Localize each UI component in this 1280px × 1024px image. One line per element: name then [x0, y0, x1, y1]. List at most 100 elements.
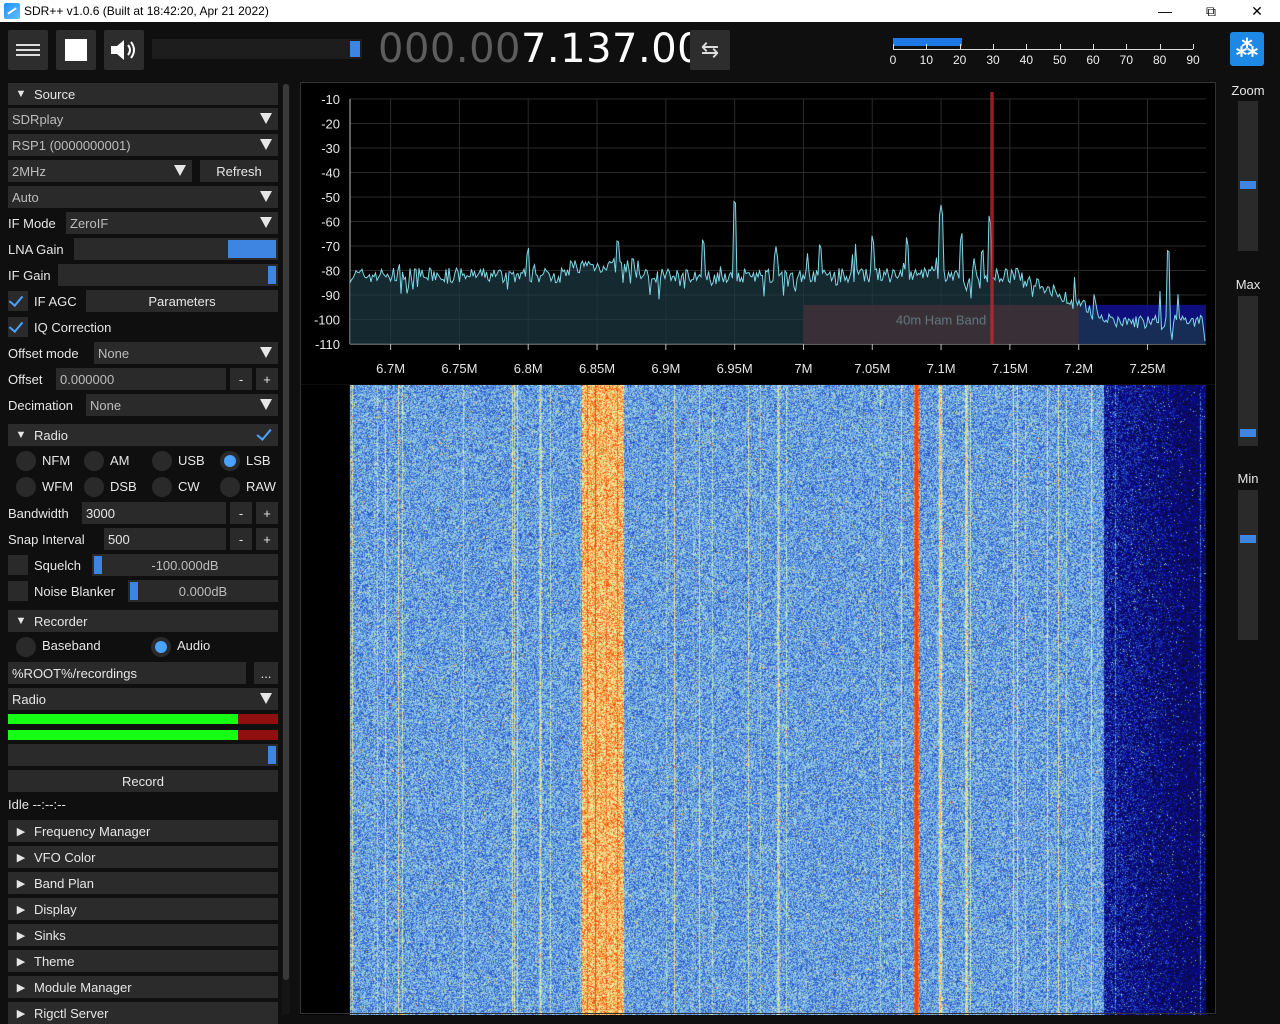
record-button[interactable]: Record: [8, 770, 278, 792]
snr-meter-tick-label: 80: [1152, 53, 1167, 67]
squelch-checkbox[interactable]: [8, 555, 28, 575]
radio-enabled-checkbox[interactable]: [254, 425, 274, 445]
offset-mode-select[interactable]: None: [94, 342, 278, 364]
audio-radio[interactable]: [151, 637, 171, 657]
module-header-display[interactable]: ▶ Display: [8, 898, 278, 920]
noise-blanker-checkbox[interactable]: [8, 581, 28, 601]
minimize-button[interactable]: —: [1142, 0, 1188, 22]
module-header-sinks[interactable]: ▶ Sinks: [8, 924, 278, 946]
min-slider-knob[interactable]: [1240, 535, 1256, 543]
restore-button[interactable]: ⧉: [1188, 0, 1234, 22]
mute-button[interactable]: [104, 30, 144, 70]
browse-folder-button[interactable]: ...: [254, 662, 278, 684]
bandwidth-decrement-button[interactable]: -: [230, 502, 252, 524]
mode-radio-usb[interactable]: [152, 451, 172, 471]
fft-y-tick-label: -60: [321, 215, 340, 230]
zoom-slider-knob[interactable]: [1240, 181, 1256, 189]
top-toolbar: 000.007.137.000 ⇆ 0 10 20 30 40 50 60 70 80 90: [0, 22, 1280, 80]
refresh-button[interactable]: Refresh: [200, 160, 278, 182]
bandwidth-input[interactable]: 3000: [82, 502, 226, 524]
recorder-header[interactable]: ▼ Recorder: [8, 610, 278, 632]
parameters-button[interactable]: Parameters: [86, 290, 278, 312]
if-mode-select[interactable]: ZeroIF: [66, 212, 278, 234]
mode-radio-dsb[interactable]: [84, 477, 104, 497]
close-button[interactable]: ✕: [1234, 0, 1280, 22]
min-slider[interactable]: [1238, 490, 1258, 640]
menu-button[interactable]: [8, 30, 48, 70]
offset-decrement-button[interactable]: -: [230, 368, 252, 390]
mode-radio-wfm[interactable]: [16, 477, 36, 497]
decimation-label: Decimation: [8, 398, 74, 413]
source-header[interactable]: ▼ Source: [8, 83, 278, 105]
mode-radio-lsb[interactable]: [220, 451, 240, 471]
source-header-label: Source: [34, 86, 76, 102]
max-slider-knob[interactable]: [1240, 429, 1256, 437]
mode-radio-am[interactable]: [84, 451, 104, 471]
bandwidth-increment-button[interactable]: +: [256, 502, 278, 524]
play-stop-button[interactable]: [56, 30, 96, 70]
mode-label-dsb: DSB: [110, 479, 137, 494]
mode-radio-nfm[interactable]: [16, 451, 36, 471]
snr-meter-tick: [926, 44, 928, 49]
baseband-radio[interactable]: [16, 637, 36, 657]
volume-slider-knob[interactable]: [350, 41, 360, 57]
recording-path-input[interactable]: %ROOT%/recordings: [8, 662, 246, 684]
module-header-module-manager[interactable]: ▶ Module Manager: [8, 976, 278, 998]
audio-level-meter-right: [8, 730, 278, 740]
zoom-slider[interactable]: [1238, 101, 1258, 251]
snap-interval-input[interactable]: 500: [104, 528, 226, 550]
iq-correction-checkbox[interactable]: [8, 317, 28, 337]
recorder-volume-slider-knob[interactable]: [268, 746, 276, 764]
center-tuning-button[interactable]: ⇆: [690, 30, 730, 70]
samplerate-select[interactable]: 2MHz: [8, 160, 192, 182]
source-device-value: SDRplay: [12, 111, 64, 127]
scrollbar-thumb[interactable]: [283, 84, 289, 980]
offset-input[interactable]: 0.000000: [56, 368, 226, 390]
module-header-label: Rigctl Server: [34, 1005, 109, 1021]
module-header-frequency-manager[interactable]: ▶ Frequency Manager: [8, 820, 278, 842]
radio-header[interactable]: ▼ Radio: [8, 424, 278, 446]
sdrpp-logo[interactable]: ⁂: [1230, 32, 1264, 66]
lna-gain-slider-fill[interactable]: [228, 240, 276, 258]
frequency-leading-digits[interactable]: 000.00: [378, 26, 521, 72]
snr-meter-tick-label: 60: [1086, 53, 1100, 67]
fft-x-tick-label: 6.7M: [376, 361, 405, 376]
device-serial-select[interactable]: RSP1 (0000000001): [8, 134, 278, 156]
left-panel-scrollbar[interactable]: [282, 84, 290, 1014]
noise-blanker-slider[interactable]: 0.000dB: [128, 580, 278, 602]
module-header-band-plan[interactable]: ▶ Band Plan: [8, 872, 278, 894]
fft-spectrum[interactable]: -10 -20 -30 -40 -50 -60 -70 -80 -90 -100 -110 6.7M 6…: [300, 82, 1216, 384]
recorder-volume-slider[interactable]: [8, 744, 278, 766]
mode-radio-raw[interactable]: [220, 477, 240, 497]
fft-x-tick-label: 7.1M: [927, 361, 956, 376]
collapse-triangle-icon: ▼: [15, 615, 27, 627]
if-gain-label: IF Gain: [8, 268, 51, 283]
module-header-theme[interactable]: ▶ Theme: [8, 950, 278, 972]
source-device-select[interactable]: SDRplay: [8, 108, 278, 130]
if-gain-slider[interactable]: [58, 264, 278, 286]
antenna-select[interactable]: Auto: [8, 186, 278, 208]
module-header-rigctl-server[interactable]: ▶ Rigctl Server: [8, 1002, 278, 1024]
waterfall-canvas[interactable]: [300, 385, 1216, 1015]
mode-radio-cw[interactable]: [152, 477, 172, 497]
recorder-stream-select[interactable]: Radio: [8, 688, 278, 710]
if-gain-slider-knob[interactable]: [268, 266, 276, 284]
lna-gain-label: LNA Gain: [8, 242, 64, 257]
decimation-select[interactable]: None: [86, 394, 278, 416]
offset-label: Offset: [8, 372, 43, 387]
squelch-slider[interactable]: -100.000dB: [92, 554, 278, 576]
snap-decrement-button[interactable]: -: [230, 528, 252, 550]
offset-increment-button[interactable]: +: [256, 368, 278, 390]
fft-plot[interactable]: -10 -20 -30 -40 -50 -60 -70 -80 -90 -100 -110 6.7M 6…: [300, 82, 1216, 384]
snap-increment-button[interactable]: +: [256, 528, 278, 550]
lna-gain-slider[interactable]: [74, 238, 278, 260]
bandwidth-row: Bandwidth 3000 - +: [8, 502, 278, 524]
max-slider[interactable]: [1238, 296, 1258, 446]
if-agc-checkbox[interactable]: [8, 291, 28, 311]
module-header-vfo-color[interactable]: ▶ VFO Color: [8, 846, 278, 868]
dropdown-arrow-icon: [260, 347, 272, 358]
snr-meter-tick-label: 20: [952, 53, 967, 67]
volume-slider[interactable]: [152, 39, 362, 59]
frequency-display[interactable]: 000.007.137.000: [378, 26, 729, 72]
waterfall-display[interactable]: [300, 385, 1216, 1015]
